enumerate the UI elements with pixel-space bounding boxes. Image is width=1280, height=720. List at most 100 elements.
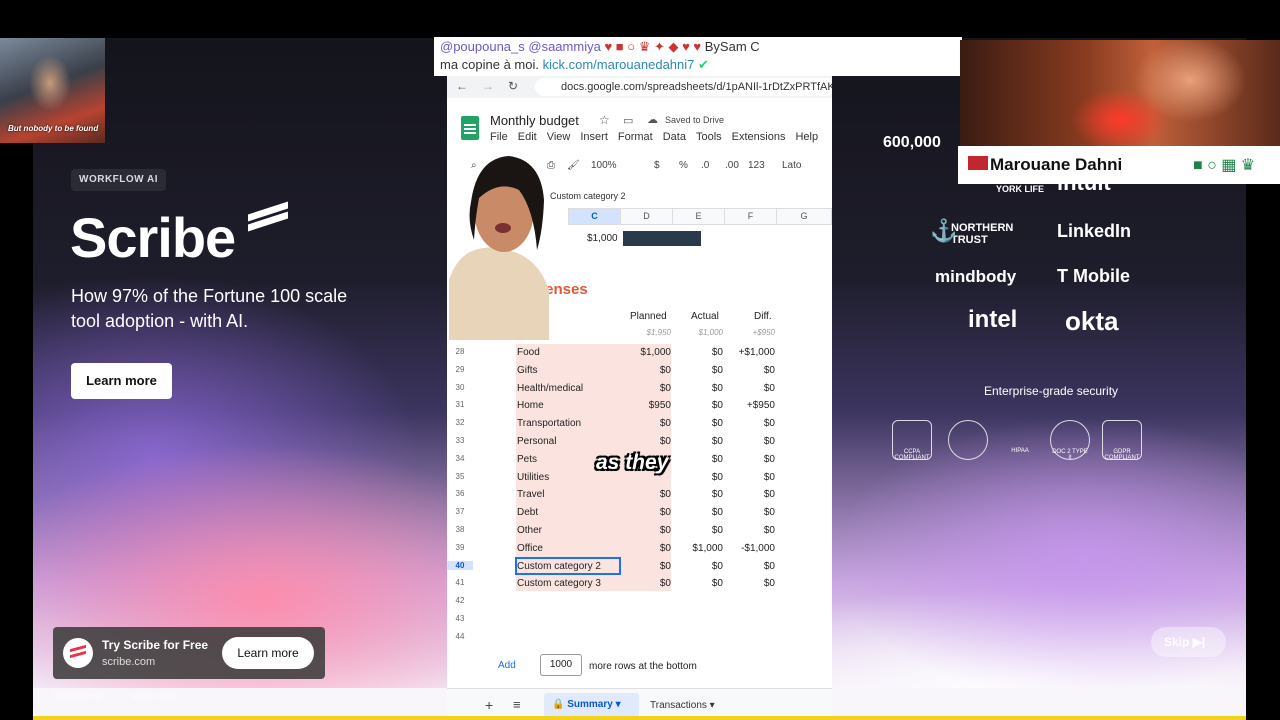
planned-cell[interactable]: $0 bbox=[617, 489, 671, 500]
planned-cell[interactable]: $0 bbox=[617, 418, 671, 429]
url-bar[interactable]: docs.google.com/spreadsheets/d/1pANIl-1r… bbox=[535, 78, 832, 96]
category-cell[interactable]: Pets bbox=[517, 454, 537, 465]
row-num[interactable]: 37 bbox=[447, 507, 473, 516]
category-cell[interactable]: Custom category 3 bbox=[517, 578, 601, 589]
menu-data[interactable]: Data bbox=[663, 131, 686, 143]
diff-cell[interactable]: $0 bbox=[721, 383, 775, 394]
diff-cell[interactable]: $0 bbox=[721, 454, 775, 465]
doc-title[interactable]: Monthly budget bbox=[490, 113, 579, 128]
font-select[interactable]: Lato bbox=[782, 160, 801, 171]
sheets-icon[interactable] bbox=[461, 116, 479, 140]
actual-cell[interactable]: $0 bbox=[669, 507, 723, 518]
row-num[interactable]: 40 bbox=[447, 561, 473, 570]
tab-summary[interactable]: 🔒 Summary ▾ bbox=[544, 693, 639, 717]
row-num[interactable]: 30 bbox=[447, 383, 473, 392]
planned-cell[interactable]: $0 bbox=[617, 561, 671, 572]
add-button[interactable]: Add bbox=[498, 660, 516, 671]
planned-cell[interactable]: $0 bbox=[617, 543, 671, 554]
currency-icon[interactable]: $ bbox=[654, 160, 660, 171]
category-cell[interactable]: Food bbox=[517, 347, 540, 358]
actual-cell[interactable]: $0 bbox=[669, 561, 723, 572]
back-icon[interactable]: ← bbox=[456, 79, 468, 93]
all-sheets-icon[interactable]: ≡ bbox=[513, 697, 521, 712]
learn-more-button[interactable]: Learn more bbox=[71, 363, 172, 399]
row-num[interactable]: 31 bbox=[447, 400, 473, 409]
row-num[interactable]: 33 bbox=[447, 436, 473, 445]
planned-cell[interactable]: $0 bbox=[617, 578, 671, 589]
row-num[interactable]: 39 bbox=[447, 543, 473, 552]
diff-cell[interactable]: $0 bbox=[721, 561, 775, 572]
actual-cell[interactable]: $0 bbox=[669, 578, 723, 589]
row-num[interactable]: 41 bbox=[447, 578, 473, 587]
actual-cell[interactable]: $0 bbox=[669, 383, 723, 394]
menu-help[interactable]: Help bbox=[795, 131, 818, 143]
category-cell[interactable]: Office bbox=[517, 543, 543, 554]
planned-cell[interactable]: $0 bbox=[617, 525, 671, 536]
column-header-f[interactable]: F bbox=[724, 208, 777, 225]
actual-cell[interactable]: $0 bbox=[669, 436, 723, 447]
actual-cell[interactable]: $0 bbox=[669, 365, 723, 376]
reload-icon[interactable]: ↻ bbox=[508, 79, 518, 93]
column-header-d[interactable]: D bbox=[620, 208, 673, 225]
actual-cell[interactable]: $0 bbox=[669, 472, 723, 483]
menu-tools[interactable]: Tools bbox=[696, 131, 722, 143]
skip-ad-button[interactable]: Skip ▶| bbox=[1151, 627, 1226, 657]
planned-cell[interactable]: $1,000 bbox=[617, 347, 671, 358]
category-cell[interactable]: Personal bbox=[517, 436, 556, 447]
category-cell[interactable]: Home bbox=[517, 400, 544, 411]
diff-cell[interactable]: $0 bbox=[721, 365, 775, 376]
row-num[interactable]: 29 bbox=[447, 365, 473, 374]
star-icon[interactable]: ☆ bbox=[599, 113, 610, 127]
planned-cell[interactable]: $0 bbox=[617, 383, 671, 394]
actual-cell[interactable]: $0 bbox=[669, 489, 723, 500]
row-num[interactable]: 36 bbox=[447, 489, 473, 498]
category-cell[interactable]: Debt bbox=[517, 507, 538, 518]
diff-cell[interactable]: $0 bbox=[721, 489, 775, 500]
diff-cell[interactable]: -$1,000 bbox=[721, 543, 775, 554]
paint-format-icon[interactable]: 🖌 bbox=[567, 160, 580, 171]
planned-cell[interactable]: $0 bbox=[617, 436, 671, 447]
category-cell[interactable]: Travel bbox=[517, 489, 544, 500]
column-header-g[interactable]: G bbox=[776, 208, 832, 225]
percent-icon[interactable]: % bbox=[679, 160, 688, 171]
diff-cell[interactable]: $0 bbox=[721, 472, 775, 483]
name-box[interactable]: Custom category 2 bbox=[550, 191, 626, 201]
decrease-decimal-icon[interactable]: .0 bbox=[701, 160, 709, 171]
increase-decimal-icon[interactable]: .00 bbox=[725, 160, 739, 171]
chat-link[interactable]: kick.com/marouanedahni7 bbox=[543, 57, 695, 72]
row-num[interactable]: 34 bbox=[447, 454, 473, 463]
zoom-select[interactable]: 100% bbox=[591, 160, 617, 171]
folder-icon[interactable]: ▭ bbox=[623, 114, 633, 127]
category-cell[interactable]: Other bbox=[517, 525, 542, 536]
row-num-43[interactable]: 43 bbox=[447, 614, 473, 623]
menu-format[interactable]: Format bbox=[618, 131, 653, 143]
add-sheet-icon[interactable]: + bbox=[485, 697, 493, 713]
diff-cell[interactable]: +$1,000 bbox=[721, 347, 775, 358]
actual-cell[interactable]: $1,000 bbox=[669, 543, 723, 554]
diff-cell[interactable]: $0 bbox=[721, 525, 775, 536]
column-header-e[interactable]: E bbox=[672, 208, 725, 225]
planned-cell[interactable]: $0 bbox=[617, 365, 671, 376]
forward-icon[interactable]: → bbox=[482, 79, 494, 93]
menu-extensions[interactable]: Extensions bbox=[732, 131, 786, 143]
row-num[interactable]: 35 bbox=[447, 472, 473, 481]
row-num-44[interactable]: 44 bbox=[447, 632, 473, 641]
actual-cell[interactable]: $0 bbox=[669, 400, 723, 411]
category-cell[interactable]: Utilities bbox=[517, 472, 549, 483]
diff-cell[interactable]: $0 bbox=[721, 507, 775, 518]
info-icon[interactable]: ⓘ bbox=[104, 691, 117, 702]
menu-view[interactable]: View bbox=[547, 131, 571, 143]
diff-cell[interactable]: $0 bbox=[721, 418, 775, 429]
actual-cell[interactable]: $0 bbox=[669, 418, 723, 429]
actual-cell[interactable]: $0 bbox=[669, 525, 723, 536]
row-num[interactable]: 28 bbox=[447, 347, 473, 356]
category-cell[interactable]: Gifts bbox=[517, 365, 538, 376]
row-num[interactable]: 32 bbox=[447, 418, 473, 427]
row-num[interactable]: 38 bbox=[447, 525, 473, 534]
add-rows-input[interactable]: 1000 bbox=[540, 654, 582, 676]
planned-cell[interactable]: $0 bbox=[617, 507, 671, 518]
diff-cell[interactable]: $0 bbox=[721, 436, 775, 447]
promo-learn-more-button[interactable]: Learn more bbox=[222, 637, 314, 669]
planned-cell[interactable]: $950 bbox=[617, 400, 671, 411]
tab-transactions[interactable]: Transactions ▾ bbox=[650, 700, 715, 711]
